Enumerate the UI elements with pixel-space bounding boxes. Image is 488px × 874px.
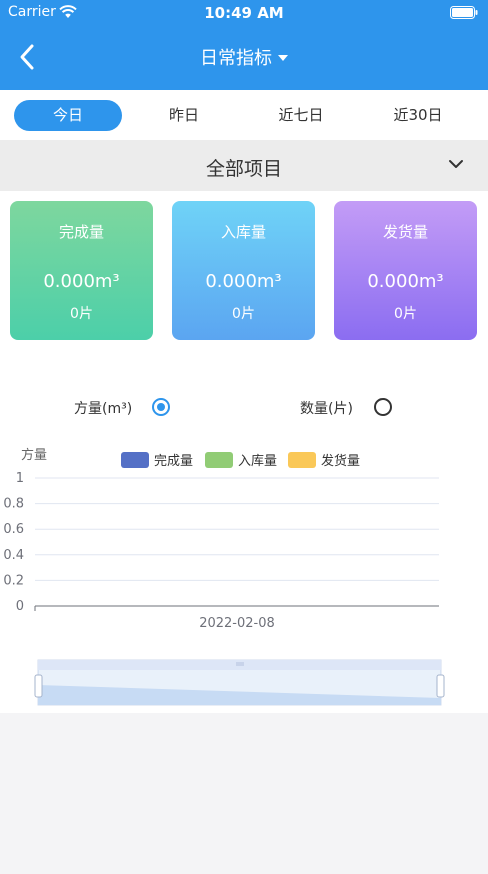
zoom-handle-right[interactable] — [436, 674, 445, 698]
zoom-handle-left[interactable] — [34, 674, 43, 698]
x-tick-label: 2022-02-08 — [199, 616, 275, 631]
card-count: 0片 — [394, 306, 417, 322]
status-time: 10:49 AM — [204, 4, 284, 22]
bar-chart: 0 0.2 0.4 0.6 0.8 1 2022-02-08 — [3, 471, 445, 706]
period-tabs: 今日 昨日 近七日 近30日 — [0, 90, 488, 140]
summary-cards: 完成量 0.000m³ 0片 入库量 0.000m³ 0片 发货量 0.000m… — [0, 191, 488, 358]
card-title: 完成量 — [58, 223, 104, 241]
y-tick-label: 0.2 — [3, 573, 24, 588]
zoom-grip — [236, 662, 244, 666]
y-tick-label: 1 — [16, 471, 24, 486]
card-completed: 完成量 0.000m³ 0片 — [10, 201, 153, 340]
card-volume: 0.000m³ — [43, 271, 120, 292]
chevron-down-icon — [449, 160, 463, 168]
page-title: 日常指标 — [200, 48, 272, 69]
zoom-selection[interactable] — [38, 670, 441, 705]
card-volume: 0.000m³ — [205, 271, 282, 292]
y-tick-label: 0.8 — [3, 497, 24, 512]
card-volume: 0.000m³ — [367, 271, 444, 292]
chart-section: 方量(m³) 数量(片) 方量 完成量 入库量 发货量 0 0.2 0.4 0.6 0.… — [0, 358, 488, 713]
tab-today[interactable]: 今日 — [14, 100, 122, 131]
card-title: 入库量 — [220, 223, 266, 241]
empty-area — [0, 713, 488, 874]
tab-last-30-days[interactable]: 近30日 — [364, 100, 472, 131]
y-tick-label: 0.6 — [3, 522, 24, 537]
card-count: 0片 — [70, 306, 93, 322]
y-tick-label: 0 — [16, 599, 24, 614]
card-stocked: 入库量 0.000m³ 0片 — [172, 201, 315, 340]
nav-bar: 日常指标 — [0, 26, 488, 90]
card-title: 发货量 — [382, 223, 428, 241]
tab-yesterday[interactable]: 昨日 — [130, 100, 238, 131]
nav-title-dropdown[interactable]: 日常指标 — [0, 44, 488, 70]
filter-label: 全部项目 — [205, 158, 282, 180]
card-shipped: 发货量 0.000m³ 0片 — [334, 201, 477, 340]
battery-icon — [450, 6, 478, 19]
project-filter[interactable]: 全部项目 — [0, 140, 488, 191]
status-bar: Carrier 10:49 AM — [0, 0, 488, 26]
card-count: 0片 — [232, 306, 255, 322]
caret-down-icon — [278, 55, 288, 61]
y-tick-label: 0.4 — [3, 548, 24, 563]
tab-last-7-days[interactable]: 近七日 — [247, 100, 355, 131]
data-zoom-slider[interactable] — [34, 659, 445, 706]
